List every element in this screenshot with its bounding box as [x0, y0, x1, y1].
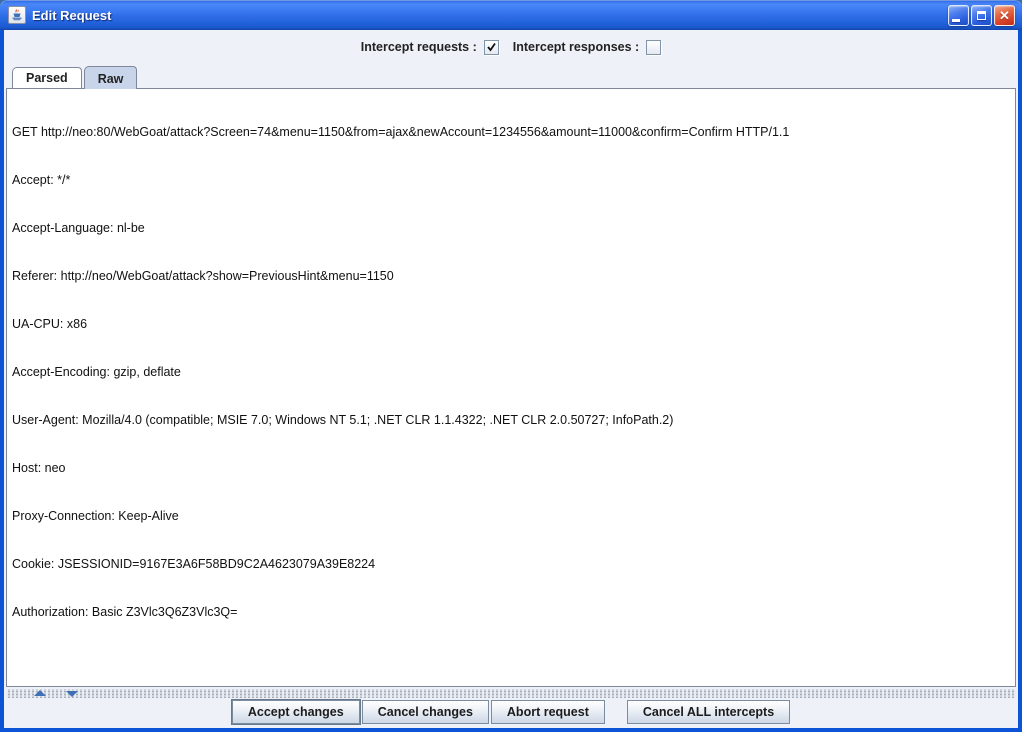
raw-request-line: UA-CPU: x86: [12, 316, 1010, 332]
request-view-tabs: Parsed Raw: [4, 64, 1018, 88]
intercept-requests-group: Intercept requests :: [361, 40, 499, 55]
close-icon: ✕: [999, 9, 1010, 22]
intercept-responses-group: Intercept responses :: [513, 40, 661, 55]
tab-parsed[interactable]: Parsed: [12, 67, 82, 88]
raw-request-line: Cookie: JSESSIONID=9167E3A6F58BD9C2A4623…: [12, 556, 1010, 572]
cancel-changes-button[interactable]: Cancel changes: [362, 700, 489, 724]
intercept-requests-checkbox[interactable]: [484, 40, 499, 55]
edit-request-window: Edit Request ✕ Intercept requests :: [0, 0, 1022, 732]
minimize-icon: [952, 19, 960, 22]
cancel-all-intercepts-button[interactable]: Cancel ALL intercepts: [627, 700, 790, 724]
accept-changes-button[interactable]: Accept changes: [232, 700, 360, 724]
window-title: Edit Request: [32, 8, 948, 23]
action-button-row: Accept changes Cancel changes Abort requ…: [4, 698, 1018, 728]
intercept-requests-label: Intercept requests :: [361, 40, 477, 54]
raw-request-line: User-Agent: Mozilla/4.0 (compatible; MSI…: [12, 412, 1010, 428]
window-controls: ✕: [948, 5, 1015, 26]
raw-request-line: Authorization: Basic Z3Vlc3Q6Z3Vlc3Q=: [12, 604, 1010, 620]
maximize-icon: [977, 11, 986, 20]
raw-request-line: Accept-Encoding: gzip, deflate: [12, 364, 1010, 380]
intercept-responses-checkbox[interactable]: [646, 40, 661, 55]
intercept-options-row: Intercept requests : Intercept responses…: [4, 30, 1018, 64]
collapse-down-icon[interactable]: [66, 691, 78, 697]
collapse-up-icon[interactable]: [34, 690, 46, 696]
raw-request-line: Host: neo: [12, 460, 1010, 476]
abort-request-button[interactable]: Abort request: [491, 700, 605, 724]
raw-request-line: Proxy-Connection: Keep-Alive: [12, 508, 1010, 524]
raw-request-line: GET http://neo:80/WebGoat/attack?Screen=…: [12, 124, 1010, 140]
raw-request-line: Accept-Language: nl-be: [12, 220, 1010, 236]
minimize-button[interactable]: [948, 5, 969, 26]
tab-raw[interactable]: Raw: [84, 66, 138, 89]
split-divider[interactable]: [6, 689, 1016, 698]
close-button[interactable]: ✕: [994, 5, 1015, 26]
intercept-responses-label: Intercept responses :: [513, 40, 639, 54]
java-app-icon: [8, 6, 26, 24]
raw-request-textarea[interactable]: GET http://neo:80/WebGoat/attack?Screen=…: [6, 88, 1016, 687]
titlebar[interactable]: Edit Request ✕: [0, 0, 1022, 30]
raw-request-line: Referer: http://neo/WebGoat/attack?show=…: [12, 268, 1010, 284]
checkmark-icon: [486, 42, 497, 53]
raw-request-line: Accept: */*: [12, 172, 1010, 188]
maximize-button[interactable]: [971, 5, 992, 26]
dialog-body: Intercept requests : Intercept responses…: [4, 30, 1018, 728]
